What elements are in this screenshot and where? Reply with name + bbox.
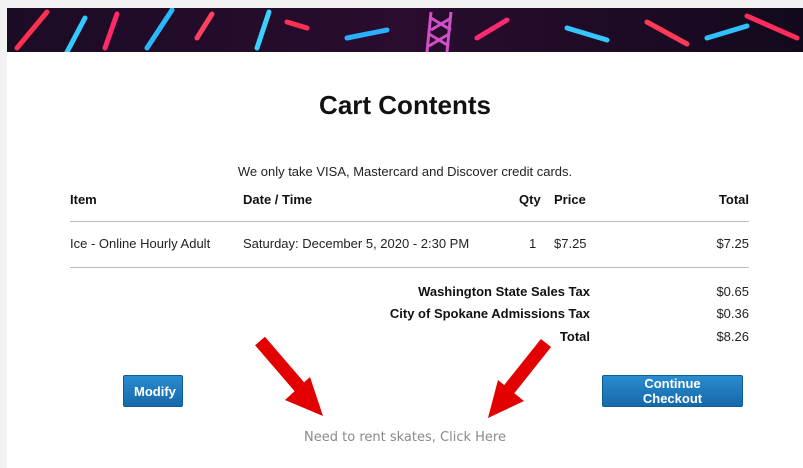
right-arrow-icon (488, 338, 552, 418)
continue-checkout-button[interactable]: Continue Checkout (602, 375, 743, 407)
admissions-tax-value: $0.36 (716, 306, 749, 321)
cell-qty: 1 (529, 236, 537, 251)
modify-button[interactable]: Modify (123, 375, 183, 407)
cell-item: Ice - Online Hourly Adult (70, 236, 211, 251)
row-divider (70, 267, 749, 268)
column-header-total: Total (718, 192, 749, 207)
rent-skates-link[interactable]: Need to rent skates, Click Here (7, 430, 803, 445)
page: Cart Contents We only take VISA, Masterc… (7, 8, 803, 468)
grand-total-label: Total (559, 329, 590, 344)
payment-notice: We only take VISA, Mastercard and Discov… (237, 164, 573, 179)
sales-tax-value: $0.65 (716, 284, 749, 299)
column-header-datetime: Date / Time (243, 192, 313, 207)
cell-total: $7.25 (716, 236, 749, 251)
left-arrow-icon (255, 336, 323, 416)
column-header-item: Item (70, 192, 97, 207)
column-header-price: Price (554, 192, 586, 207)
admissions-tax-label: City of Spokane Admissions Tax (389, 306, 590, 321)
cell-price: $7.25 (554, 236, 587, 251)
page-title: Cart Contents (319, 90, 491, 120)
sales-tax-label: Washington State Sales Tax (418, 284, 590, 299)
cell-datetime: Saturday: December 5, 2020 - 2:30 PM (243, 236, 470, 251)
column-header-qty: Qty (519, 192, 541, 207)
header-divider (70, 221, 749, 222)
header-banner-image (7, 8, 803, 52)
grand-total-value: $8.26 (716, 329, 749, 344)
